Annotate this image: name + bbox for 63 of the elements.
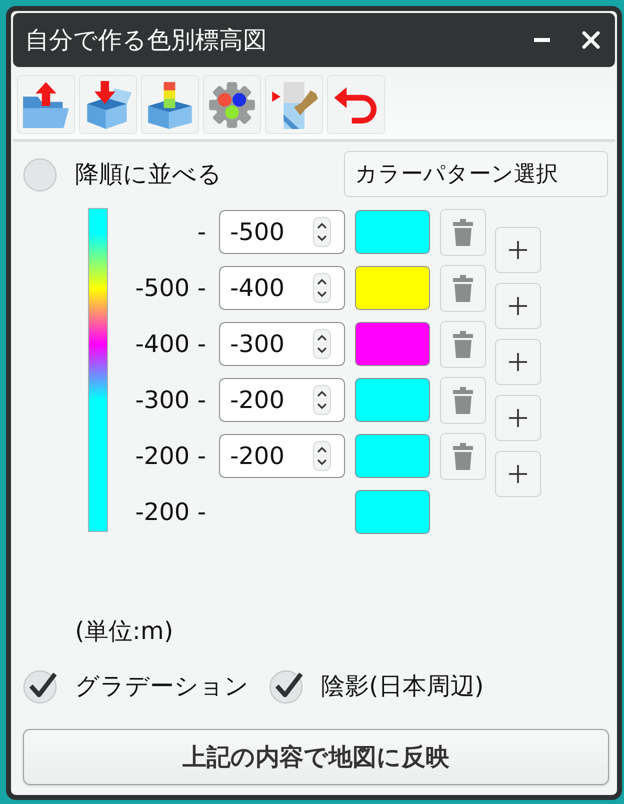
number-input[interactable]: -500 — [219, 210, 345, 254]
option-label: グラデーション — [75, 671, 249, 702]
checkbox[interactable] — [23, 668, 59, 704]
color-swatch-icon[interactable] — [355, 378, 430, 422]
gear-icon — [207, 80, 257, 130]
range-label: -400 - — [135, 330, 206, 358]
color-swatch-icon[interactable] — [355, 210, 430, 254]
color-pattern-button[interactable]: カラーパターン選択 — [344, 151, 608, 197]
delete-button[interactable] — [440, 208, 486, 256]
add-button[interactable] — [495, 227, 541, 273]
box-color-bars-icon — [145, 80, 195, 130]
folder-up-arrow-icon — [21, 80, 71, 130]
range-label: -300 - — [135, 386, 206, 414]
stepper-icon[interactable] — [313, 273, 331, 303]
toolbar-button[interactable] — [203, 75, 261, 134]
plus-icon — [509, 353, 527, 371]
range-label: - — [197, 218, 206, 246]
delete-button[interactable] — [440, 376, 486, 424]
option-label: 陰影(日本周辺) — [321, 671, 484, 702]
color-swatch-icon[interactable] — [355, 434, 430, 478]
checkbox[interactable] — [269, 668, 305, 704]
add-button[interactable] — [495, 283, 541, 329]
number-input[interactable]: -200 — [219, 434, 345, 478]
add-button[interactable] — [495, 339, 541, 385]
trash-icon — [453, 274, 473, 302]
add-button[interactable] — [495, 451, 541, 497]
delete-button[interactable] — [440, 264, 486, 312]
stepper-icon[interactable] — [313, 329, 331, 359]
color-swatch-icon[interactable] — [355, 490, 430, 534]
range-label: -200 - — [135, 498, 206, 526]
checkbox[interactable] — [23, 156, 59, 192]
delete-button[interactable] — [440, 432, 486, 480]
number-input[interactable]: -300 — [219, 322, 345, 366]
toolbar-button[interactable] — [141, 75, 199, 134]
unit-label: (単位:m) — [75, 616, 174, 647]
toolbar-button[interactable] — [265, 75, 323, 134]
delete-button[interactable] — [440, 320, 486, 368]
sort-label: 降順に並べる — [75, 159, 222, 190]
close-icon[interactable] — [582, 31, 600, 49]
number-input[interactable]: -400 — [219, 266, 345, 310]
trash-icon — [453, 330, 473, 358]
add-button[interactable] — [495, 395, 541, 441]
window-title: 自分で作る色別標高図 — [25, 25, 268, 56]
stepper-icon[interactable] — [313, 217, 331, 247]
plus-icon — [509, 297, 527, 315]
range-label: -500 - — [135, 274, 206, 302]
stepper-icon[interactable] — [313, 385, 331, 415]
range-label: -200 - — [135, 442, 206, 470]
plus-icon — [509, 409, 527, 427]
trash-icon — [453, 218, 473, 246]
apply-button[interactable]: 上記の内容で地図に反映 — [23, 729, 609, 785]
trash-icon — [453, 442, 473, 470]
color-swatch-icon[interactable] — [355, 322, 430, 366]
stepper-icon[interactable] — [313, 441, 331, 471]
trash-icon — [453, 386, 473, 414]
toolbar-button[interactable] — [17, 75, 75, 134]
toolbar-button[interactable] — [79, 75, 137, 134]
number-input[interactable]: -200 — [219, 378, 345, 422]
color-swatch-icon[interactable] — [355, 266, 430, 310]
toolbar-button[interactable] — [327, 75, 385, 134]
plus-icon — [509, 465, 527, 483]
paint-brush-icon — [269, 80, 319, 130]
plus-icon — [509, 241, 527, 259]
